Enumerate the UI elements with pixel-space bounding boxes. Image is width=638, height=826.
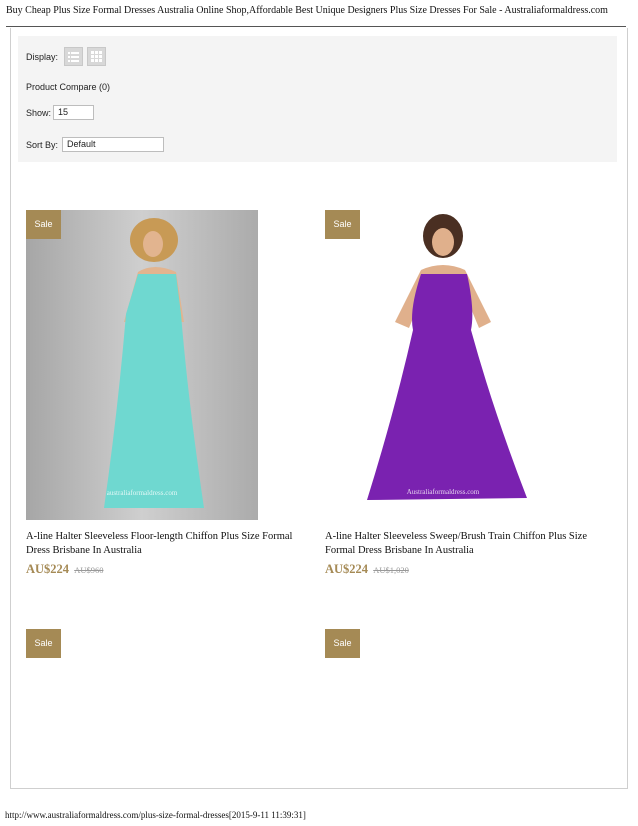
product-price: AU$224 AU$960 <box>26 562 103 577</box>
title-divider <box>6 26 626 27</box>
list-view-icon <box>68 52 79 62</box>
old-price: AU$1,020 <box>373 565 409 575</box>
grid-view-icon <box>91 51 102 62</box>
sort-select[interactable]: Default <box>62 137 164 152</box>
watermark: Australiaformaldress.com <box>407 488 480 496</box>
product-name-link[interactable]: A-line Halter Sleeveless Floor-length Ch… <box>26 530 318 558</box>
sale-badge: Sale <box>26 210 61 239</box>
watermark: australiaformaldress.com <box>107 489 178 497</box>
current-price: AU$224 <box>26 562 70 576</box>
product-compare-link[interactable]: Product Compare (0) <box>26 82 110 92</box>
show-select[interactable]: 15 <box>53 105 94 120</box>
list-view-button[interactable] <box>64 47 83 66</box>
product-image[interactable]: australiaformaldress.com <box>26 210 258 520</box>
product-image[interactable]: Australiaformaldress.com <box>325 210 557 520</box>
show-label: Show: <box>26 108 52 118</box>
product-toolbar: Display: Product Compare (0) Show: 15 So… <box>18 36 617 162</box>
sale-badge: Sale <box>325 210 360 239</box>
grid-view-button[interactable] <box>87 47 106 66</box>
sale-badge: Sale <box>26 629 61 658</box>
dress-photo: australiaformaldress.com <box>26 210 258 520</box>
current-price: AU$224 <box>325 562 369 576</box>
product-name-link[interactable]: A-line Halter Sleeveless Sweep/Brush Tra… <box>325 530 617 558</box>
sort-label: Sort By: <box>26 140 59 150</box>
old-price: AU$960 <box>74 565 104 575</box>
product-price: AU$224 AU$1,020 <box>325 562 409 577</box>
page-url-footer: http://www.australiaformaldress.com/plus… <box>5 810 306 820</box>
sale-badge: Sale <box>325 629 360 658</box>
page-title: Buy Cheap Plus Size Formal Dresses Austr… <box>6 5 608 16</box>
display-label: Display: <box>26 52 59 62</box>
dress-photo: Australiaformaldress.com <box>325 210 557 520</box>
